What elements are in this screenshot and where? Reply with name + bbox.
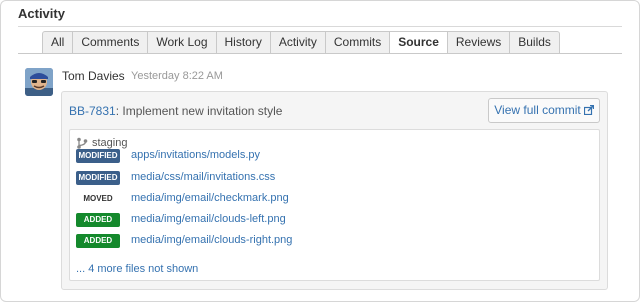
tab-comments[interactable]: Comments	[73, 31, 149, 54]
view-full-commit-label: View full commit	[494, 103, 581, 117]
commit-key-link[interactable]: BB-7831	[69, 104, 116, 118]
more-files-link[interactable]: ... 4 more files not shown	[76, 263, 198, 275]
file-status-badge: MODIFIED	[76, 149, 120, 163]
user-avatar[interactable]	[25, 68, 53, 96]
file-status-badge: ADDED	[76, 234, 120, 248]
tab-all[interactable]: All	[42, 31, 74, 54]
file-path-link[interactable]: media/img/email/clouds-left.png	[131, 213, 286, 225]
file-row: ADDED media/img/email/clouds-left.png	[76, 212, 586, 228]
file-row: MODIFIED apps/invitations/models.py	[76, 148, 586, 164]
tab-commits[interactable]: Commits	[325, 31, 391, 54]
tab-source[interactable]: Source	[390, 31, 448, 54]
file-row: MODIFIED media/css/mail/invitations.css	[76, 170, 586, 186]
avatar-image	[25, 68, 53, 96]
tab-reviews[interactable]: Reviews	[447, 31, 511, 54]
commit-card: BB-7831: Implement new invitation style …	[61, 91, 608, 290]
section-divider	[18, 26, 622, 27]
file-status-badge: MOVED	[76, 192, 120, 206]
file-row: MOVED media/img/email/checkmark.png	[76, 191, 586, 207]
file-path-link[interactable]: media/css/mail/invitations.css	[131, 171, 275, 183]
file-path-link[interactable]: media/img/email/checkmark.png	[131, 192, 289, 204]
file-status-badge: MODIFIED	[76, 171, 120, 185]
tab-work-log[interactable]: Work Log	[148, 31, 217, 54]
commit-summary: BB-7831: Implement new invitation style	[69, 104, 282, 118]
file-row: ADDED media/img/email/clouds-right.png	[76, 233, 586, 249]
section-title: Activity	[18, 6, 65, 21]
tab-activity[interactable]: Activity	[270, 31, 326, 54]
file-path-link[interactable]: media/img/email/clouds-right.png	[131, 234, 292, 246]
file-path-link[interactable]: apps/invitations/models.py	[131, 149, 260, 161]
external-link-icon	[583, 104, 594, 116]
tab-builds[interactable]: Builds	[510, 31, 560, 54]
changed-files-list: staging ... 4 more files not shown MODIF…	[69, 129, 600, 281]
tab-history[interactable]: History	[216, 31, 271, 54]
author-name[interactable]: Tom Davies	[62, 69, 125, 83]
view-full-commit-button[interactable]: View full commit	[488, 98, 600, 123]
tab-bar-divider	[18, 53, 622, 54]
timestamp: Yesterday 8:22 AM	[131, 70, 223, 82]
file-status-badge: ADDED	[76, 213, 120, 227]
commit-message: Implement new invitation style	[119, 104, 283, 118]
tab-bar: All Comments Work Log History Activity Commit…	[42, 31, 560, 54]
